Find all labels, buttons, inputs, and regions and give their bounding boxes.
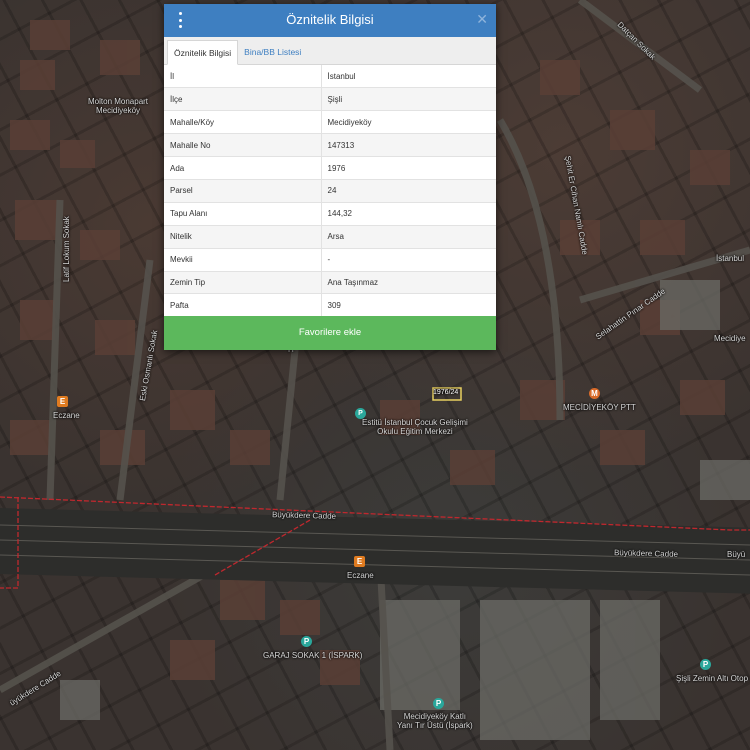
map-label-eczane-mid: Eczane <box>347 571 374 580</box>
table-row: Mahalle/Köy Mecidiyeköy <box>164 110 496 134</box>
attr-key: Ada <box>164 156 322 180</box>
attr-key: Mevkii <box>164 247 322 272</box>
dialog-tabs: Öznitelik Bilgisi Bina/BB Listesi <box>164 37 496 65</box>
map-label-garaj: GARAJ SOKAK 1 (İSPARK) <box>263 651 363 660</box>
attr-key: Pafta <box>164 293 322 317</box>
map-label-eczane-left: Eczane <box>53 411 80 420</box>
table-row: İlçe Şişli <box>164 87 496 111</box>
table-row: Parsel 24 <box>164 178 496 203</box>
map-label-buyuk-edge: Büyü <box>727 550 746 559</box>
map-label-estitu: Estitü İstanbul Çocuk Gelişimi Okulu Eğit… <box>362 418 468 437</box>
attr-value: Ana Taşınmaz <box>321 270 496 294</box>
table-row: İl İstanbul <box>164 65 496 88</box>
attr-key: Zemin Tip <box>164 270 322 294</box>
attr-value: İstanbul <box>327 71 356 81</box>
map-label-ptt: MECİDİYEKÖY PTT <box>563 403 636 412</box>
attr-value: 144,32 <box>321 201 496 226</box>
attribute-table: İl İstanbul İlçe Şişli Mahalle/Köy Mecidiye… <box>164 65 496 317</box>
add-to-favorites-button[interactable]: Favorilere ekle <box>164 316 496 350</box>
tab-building-list[interactable]: Bina/BB Listesi <box>238 40 307 65</box>
attr-value: 309 <box>321 293 496 317</box>
pharmacy-icon[interactable]: E <box>354 556 365 567</box>
attr-value: Şişli <box>321 87 496 111</box>
close-icon[interactable]: ✕ <box>476 11 488 28</box>
attr-value: - <box>321 247 496 272</box>
map-label-mecidiyekoy-katli: Mecidiyeköy Katlı Yanı Tır Üstü (İspark) <box>397 712 473 731</box>
attr-value: 1976 <box>321 156 496 180</box>
attr-key: Parsel <box>164 178 322 203</box>
map-label-molton: Molton Monapart Mecidiyeköy <box>88 97 149 116</box>
pharmacy-icon[interactable]: E <box>57 396 68 407</box>
table-row: Nitelik Arsa <box>164 224 496 249</box>
post-office-icon[interactable]: M <box>589 388 600 399</box>
map-label-mecidiye: Mecidiye <box>714 334 746 343</box>
table-row: Pafta 309 <box>164 293 496 317</box>
table-row: Mahalle No 147313 <box>164 133 496 157</box>
attribute-info-dialog: Öznitelik Bilgisi ✕ Öznitelik Bilgisi Bi… <box>164 4 496 350</box>
attr-value: 147313 <box>321 133 496 157</box>
table-row: Ada 1976 <box>164 156 496 180</box>
attr-key: Tapu Alanı <box>164 201 322 226</box>
parcel-label[interactable]: 1976/24 <box>433 389 458 397</box>
dialog-title: Öznitelik Bilgisi <box>286 12 374 27</box>
map-label-sisli-zemin: Şişli Zemin Altı Otop <box>676 674 749 683</box>
attr-value: Arsa <box>321 224 496 249</box>
attr-key: Mahalle/Köy <box>164 110 322 134</box>
map-label-buyukdere-top: Büyükdere Cadde <box>271 510 337 521</box>
attr-key: İlçe <box>164 87 322 111</box>
attr-key: İl <box>164 65 322 88</box>
dialog-header: Öznitelik Bilgisi ✕ <box>164 4 496 37</box>
tab-attribute-info[interactable]: Öznitelik Bilgisi <box>167 40 239 65</box>
attr-key: Mahalle No <box>164 133 322 157</box>
table-row: Zemin Tip Ana Taşınmaz <box>164 270 496 294</box>
attr-value: Mecidiyeköy <box>321 110 496 134</box>
parking-icon[interactable]: P <box>700 659 711 670</box>
attr-key: Nitelik <box>164 224 322 249</box>
attr-value: 24 <box>321 178 496 203</box>
school-icon[interactable]: P <box>355 408 366 419</box>
table-row: Tapu Alanı 144,32 <box>164 201 496 226</box>
map-label-latif-lokum: Latif Lokum Sokak <box>62 216 71 282</box>
map-label-istanbul: İstanbul <box>716 254 745 263</box>
table-row: Mevkii - <box>164 247 496 272</box>
parking-icon[interactable]: P <box>433 698 444 709</box>
parking-icon[interactable]: P <box>301 636 312 647</box>
map-label-buyukdere-right: Büyükdere Cadde <box>613 548 679 559</box>
